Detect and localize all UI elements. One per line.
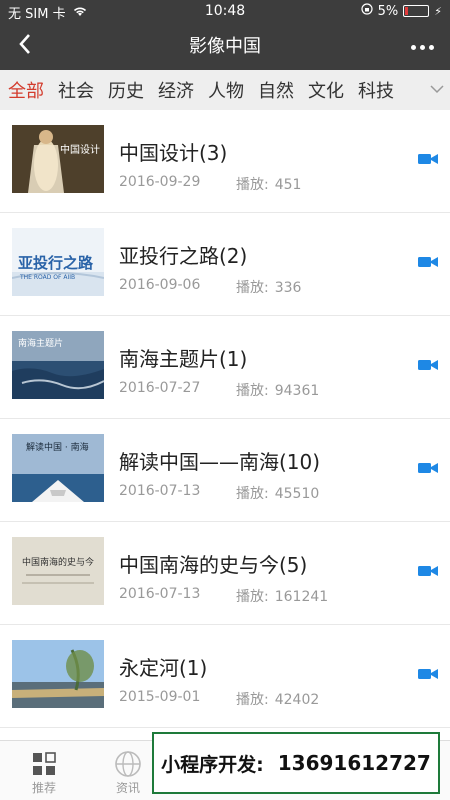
video-title: 永定河(1)	[119, 656, 208, 680]
video-camera-icon	[418, 566, 438, 576]
nav-bar: 影像中国	[0, 24, 450, 70]
video-thumbnail	[12, 640, 104, 708]
tab-tech[interactable]: 科技	[358, 77, 394, 103]
back-button[interactable]	[10, 30, 40, 64]
video-title: 亚投行之路(2)	[119, 244, 248, 268]
bottom-tab-recommend[interactable]: 推荐	[4, 749, 84, 796]
thumb-caption: 中国设计	[60, 145, 100, 156]
list-item[interactable]: 中国设计 中国设计(3) 2016-09-29 播放: 451	[0, 110, 450, 213]
chevron-left-icon	[19, 34, 30, 54]
video-title: 南海主题片(1)	[119, 347, 248, 371]
thumb-caption: 解读中国 · 南海	[26, 443, 89, 453]
video-date: 2016-07-13	[119, 586, 201, 602]
video-thumbnail: 亚投行之路 THE ROAD OF AIIB	[12, 228, 104, 296]
page-title: 影像中国	[189, 36, 261, 57]
video-title: 解读中国——南海(10)	[119, 450, 321, 474]
video-title: 中国设计(3)	[119, 141, 228, 165]
video-date: 2016-07-13	[119, 483, 201, 499]
video-camera-icon	[418, 669, 438, 679]
tab-all[interactable]: 全部	[8, 77, 44, 103]
video-thumbnail: 中国南海的史与今	[12, 537, 104, 605]
tab-nature[interactable]: 自然	[258, 77, 294, 103]
grid-icon	[4, 749, 84, 779]
play-count: 播放: 94361	[236, 383, 320, 399]
tab-society[interactable]: 社会	[58, 77, 94, 103]
video-date: 2015-09-01	[119, 689, 201, 705]
video-date: 2016-07-27	[119, 380, 201, 396]
play-count: 播放: 451	[236, 177, 302, 193]
video-camera-icon	[418, 463, 438, 473]
video-thumbnail: 中国设计	[12, 125, 104, 193]
list-item[interactable]: 亚投行之路 THE ROAD OF AIIB 亚投行之路(2) 2016-09-…	[0, 213, 450, 316]
video-title: 中国南海的史与今(5)	[119, 553, 308, 577]
battery-percent: 5%	[377, 3, 399, 19]
video-date: 2016-09-06	[119, 277, 201, 293]
more-button[interactable]	[404, 30, 440, 64]
tab-economy[interactable]: 经济	[158, 77, 194, 103]
tab-people[interactable]: 人物	[208, 77, 244, 103]
rotation-lock-icon	[361, 3, 373, 19]
list-item[interactable]: 永定河(1) 2015-09-01 播放: 42402	[0, 625, 450, 728]
video-camera-icon	[418, 154, 438, 164]
video-camera-icon	[418, 360, 438, 370]
battery-icon	[403, 5, 430, 17]
thumb-caption: 南海主题片	[18, 339, 64, 349]
video-thumbnail: 南海主题片	[12, 331, 104, 399]
video-list: 中国设计 中国设计(3) 2016-09-29 播放: 451 亚投行之路 THE…	[0, 110, 450, 740]
status-bar: 无 SIM 卡 10:48 5% ⚡	[0, 0, 450, 22]
list-item[interactable]: 中国南海的史与今 中国南海的史与今(5) 2016-07-13 播放: 16124…	[0, 522, 450, 625]
charging-icon: ⚡	[434, 4, 442, 18]
promo-phone: 13691612727	[277, 751, 431, 775]
play-count: 播放: 45510	[236, 486, 320, 502]
play-count: 播放: 161241	[236, 589, 329, 605]
promo-label: 小程序开发:	[161, 753, 264, 776]
play-count: 播放: 336	[236, 280, 302, 296]
video-camera-icon	[418, 257, 438, 267]
list-item[interactable]: 解读中国 · 南海 解读中国——南海(10) 2016-07-13 播放: 455…	[0, 419, 450, 522]
video-thumbnail: 解读中国 · 南海	[12, 434, 104, 502]
play-count: 播放: 42402	[236, 692, 320, 708]
video-date: 2016-09-29	[119, 174, 201, 190]
top-bar: 无 SIM 卡 10:48 5% ⚡ 影像中国	[0, 0, 450, 70]
thumb-subcaption: THE ROAD OF AIIB	[20, 274, 76, 281]
tab-history[interactable]: 历史	[108, 77, 144, 103]
chevron-down-icon[interactable]	[430, 82, 444, 98]
thumb-caption: 中国南海的史与今	[22, 558, 95, 568]
list-item[interactable]: 南海主题片 南海主题片(1) 2016-07-27 播放: 94361	[0, 316, 450, 419]
category-tabs: 全部 社会 历史 经济 人物 自然 文化 科技	[0, 70, 450, 110]
bottom-tab-label: 推荐	[31, 781, 56, 795]
tab-culture[interactable]: 文化	[308, 77, 344, 103]
thumb-caption: 亚投行之路	[18, 254, 94, 272]
promo-banner: 小程序开发: 13691612727	[152, 732, 440, 794]
